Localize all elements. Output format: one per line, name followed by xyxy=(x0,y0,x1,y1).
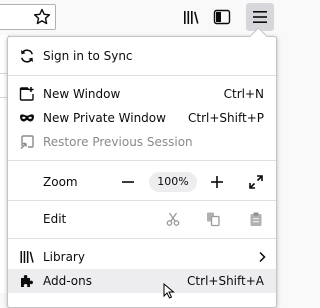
sync-label: Sign in to Sync xyxy=(43,49,133,63)
paste-icon xyxy=(250,212,262,226)
edit-row: Edit xyxy=(8,207,276,231)
hamburger-menu-icon xyxy=(253,11,267,23)
menu-separator xyxy=(8,75,276,76)
hamburger-menu-button[interactable] xyxy=(246,3,274,31)
new-window-item[interactable]: New Window Ctrl+N xyxy=(8,82,276,106)
menu-separator xyxy=(8,238,276,239)
fullscreen-icon xyxy=(249,175,263,189)
puzzle-piece-icon xyxy=(19,273,35,289)
library-item[interactable]: Library xyxy=(8,245,276,269)
scissors-icon xyxy=(166,212,180,226)
zoom-reset-button[interactable]: 100% xyxy=(149,172,197,192)
zoom-out-button[interactable] xyxy=(120,170,136,194)
zoom-label: Zoom xyxy=(43,175,78,189)
new-private-window-shortcut: Ctrl+Shift+P xyxy=(188,111,264,125)
paste-button[interactable] xyxy=(248,211,264,227)
menu-separator xyxy=(8,160,276,161)
sidebar-icon[interactable] xyxy=(213,8,231,26)
mouse-cursor-icon xyxy=(163,282,175,299)
sign-in-to-sync-item[interactable]: Sign in to Sync xyxy=(8,44,276,68)
zoom-in-button[interactable] xyxy=(209,170,225,194)
private-mask-icon xyxy=(19,110,35,126)
plus-icon xyxy=(211,176,223,188)
copy-button[interactable] xyxy=(205,211,221,227)
menu-separator xyxy=(8,200,276,201)
new-window-icon xyxy=(19,86,35,102)
library-label: Library xyxy=(43,250,85,264)
zoom-row: Zoom 100% xyxy=(8,170,276,194)
restore-previous-session-item[interactable]: Restore Previous Session xyxy=(8,130,276,154)
restore-session-icon xyxy=(19,134,35,150)
add-ons-shortcut: Ctrl+Shift+A xyxy=(187,274,264,288)
restore-session-label: Restore Previous Session xyxy=(43,135,193,149)
add-ons-item[interactable]: Add-ons Ctrl+Shift+A xyxy=(8,269,276,293)
fullscreen-button[interactable] xyxy=(248,174,264,190)
edit-label: Edit xyxy=(43,212,67,226)
new-window-shortcut: Ctrl+N xyxy=(223,87,264,101)
copy-icon xyxy=(207,212,220,227)
chevron-right-icon xyxy=(254,249,270,265)
app-menu-panel: Sign in to Sync New Window Ctrl+N New Pr… xyxy=(7,36,277,308)
browser-toolbar xyxy=(0,0,280,35)
new-private-window-label: New Private Window xyxy=(43,111,166,125)
sync-icon xyxy=(19,48,35,64)
library-icon[interactable] xyxy=(182,8,200,26)
minus-icon xyxy=(122,181,134,183)
library-icon xyxy=(19,249,35,265)
new-private-window-item[interactable]: New Private Window Ctrl+Shift+P xyxy=(8,106,276,130)
add-ons-label: Add-ons xyxy=(43,274,92,288)
cut-button[interactable] xyxy=(165,211,181,227)
new-window-label: New Window xyxy=(43,87,121,101)
bookmark-star-icon[interactable] xyxy=(33,8,51,26)
